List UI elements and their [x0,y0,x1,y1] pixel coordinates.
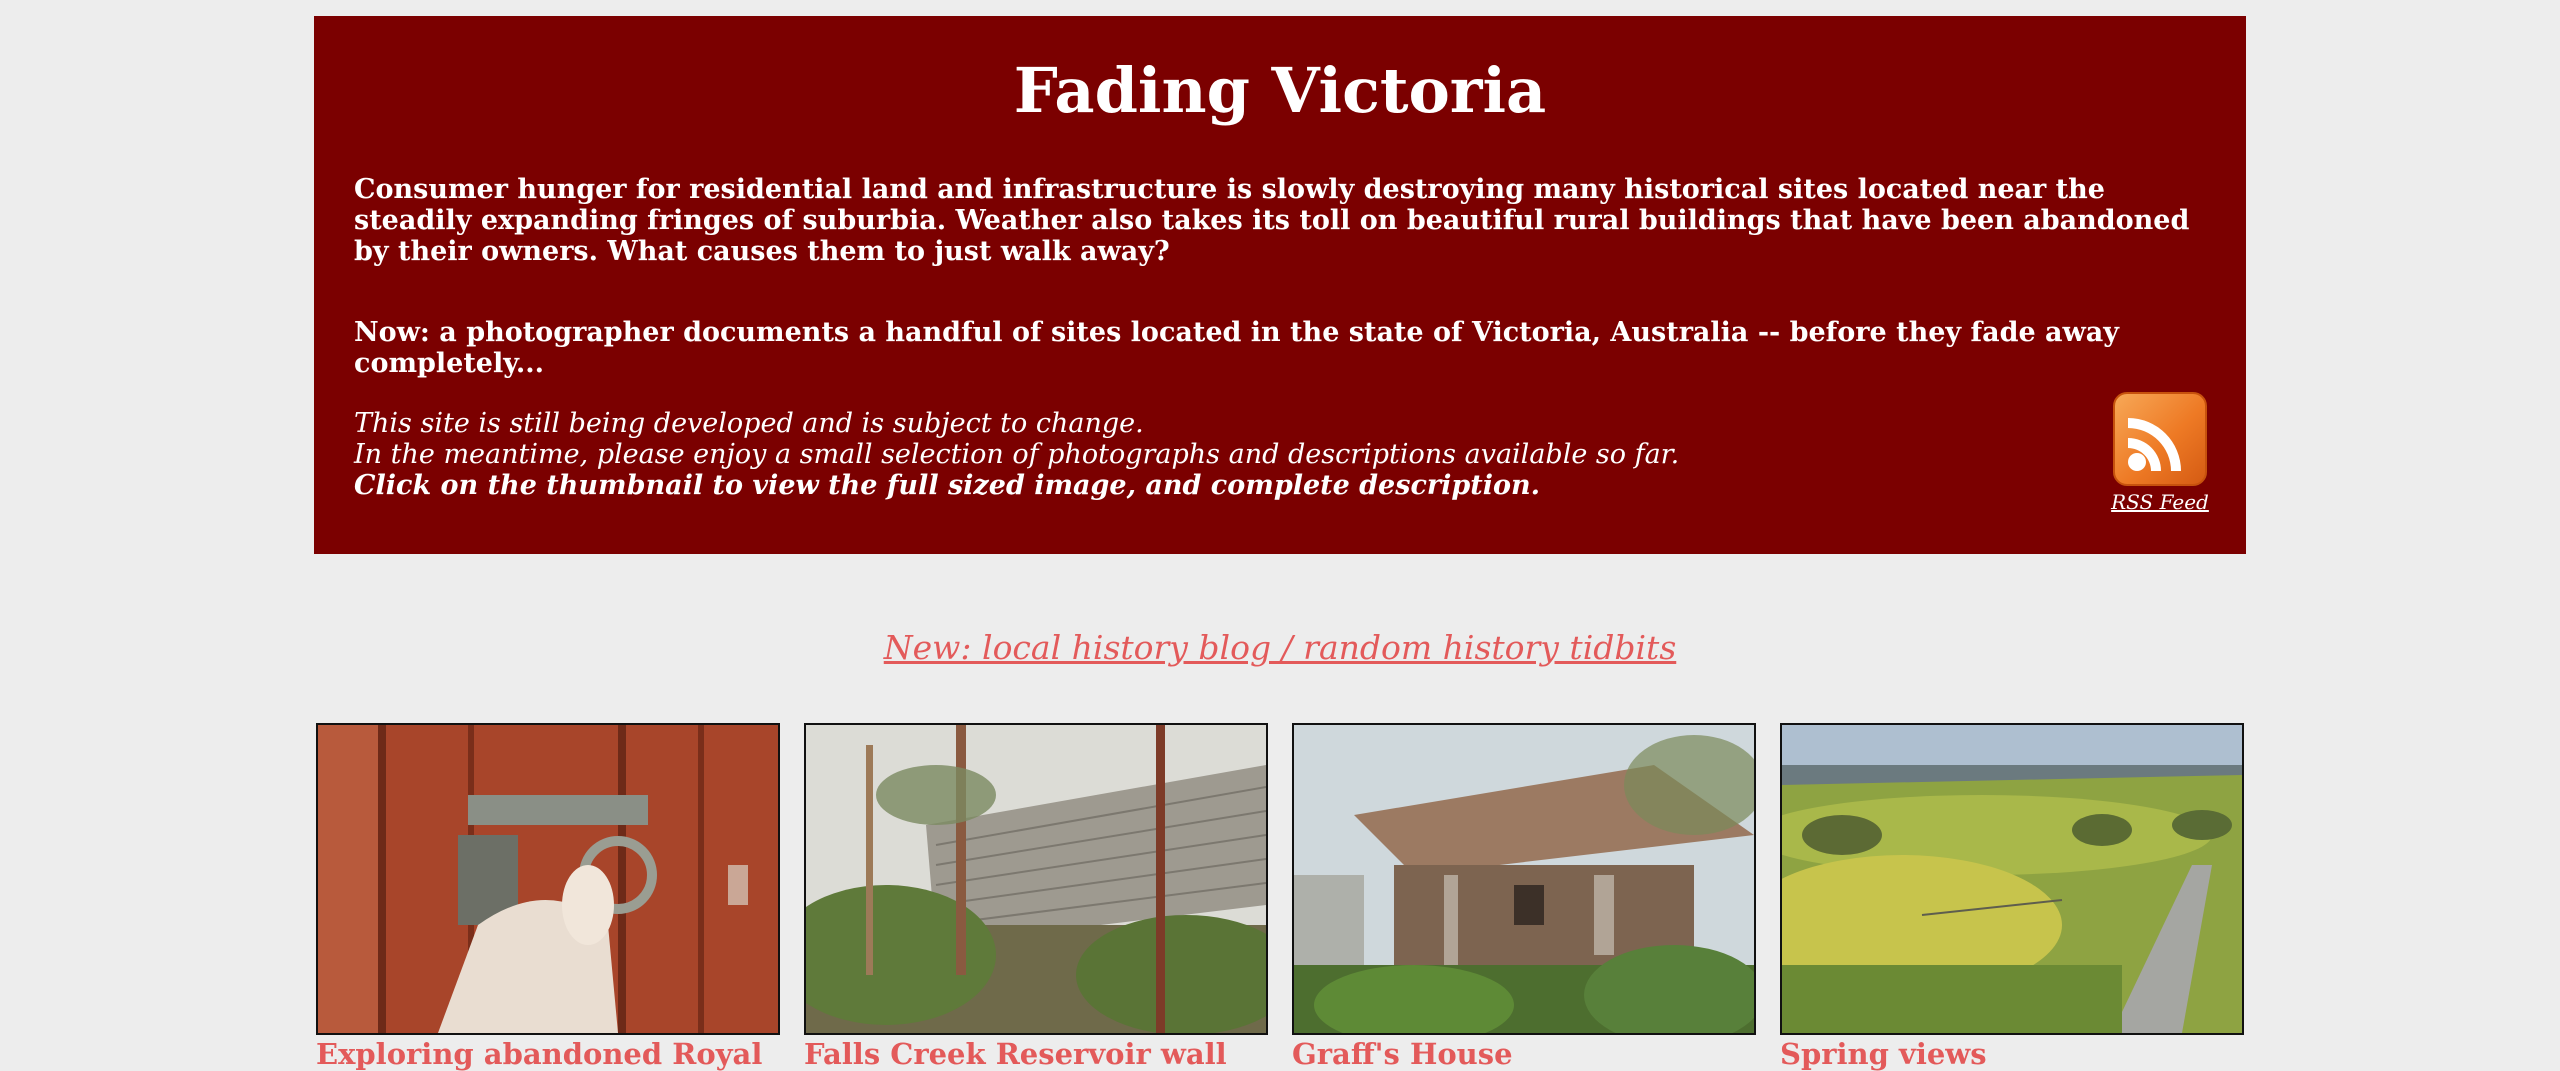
gallery-card[interactable]: Exploring abandoned Royal [316,723,780,1071]
rss-label[interactable]: RSS Feed [2110,490,2210,514]
site-notes: This site is still being developed and i… [354,408,1994,501]
notes-line-2: In the meantime, please enjoy a small se… [354,439,1680,470]
site-title: Fading Victoria [1013,54,1547,127]
gallery-card[interactable]: Graff's House [1292,723,1756,1071]
gallery-card[interactable]: Spring views [1780,723,2244,1071]
history-blog-link[interactable]: New: local history blog / random history… [0,628,2560,667]
gallery-caption[interactable]: Exploring abandoned Royal [316,1037,780,1071]
rss-icon[interactable] [2113,392,2207,486]
intro-text: Consumer hunger for residential land and… [354,174,2190,267]
thumbnail-spring-views[interactable] [1780,723,2244,1035]
gallery-caption[interactable]: Spring views [1780,1037,2244,1071]
header-banner: Fading Victoria Consumer hunger for resi… [314,16,2246,554]
notes-line-3: Click on the thumbnail to view the full … [354,470,1541,501]
notes-line-1: This site is still being developed and i… [354,408,1144,439]
gallery-caption[interactable]: Graff's House [1292,1037,1756,1071]
thumbnail-reservoir-wall[interactable] [804,723,1268,1035]
thumbnail-graffs-house[interactable] [1292,723,1756,1035]
gallery-card[interactable]: Falls Creek Reservoir wall [804,723,1268,1071]
thumbnail-door-latch[interactable] [316,723,780,1035]
now-text: Now: a photographer documents a handful … [354,317,2119,379]
gallery-caption[interactable]: Falls Creek Reservoir wall [804,1037,1268,1071]
rss-feed-link[interactable]: RSS Feed [2110,392,2210,514]
